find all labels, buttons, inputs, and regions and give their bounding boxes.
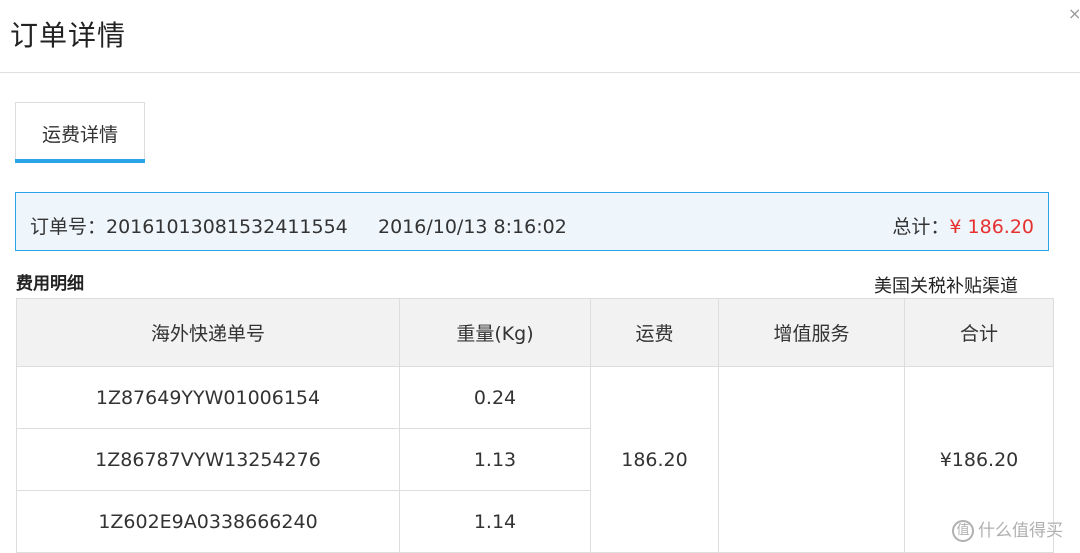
watermark-logo-icon: 值 xyxy=(952,520,974,542)
tracking-number-cell: 1Z602E9A0338666240 xyxy=(16,490,400,553)
order-number: 订单号：20161013081532411554 xyxy=(30,216,348,238)
order-total: 总计：¥ 186.20 xyxy=(892,212,1034,239)
tab-active-indicator xyxy=(15,159,145,163)
total-value: ¥ 186.20 xyxy=(949,216,1034,238)
tracking-number-cell: 1Z87649YYW01006154 xyxy=(16,366,400,429)
watermark-text: 什么值得买 xyxy=(978,521,1063,541)
order-summary-bar: 订单号：20161013081532411554 2016/10/13 8:16… xyxy=(15,192,1049,251)
column-header-subtotal: 合计 xyxy=(904,298,1054,367)
weight-cell: 1.14 xyxy=(399,490,591,553)
close-icon[interactable]: × xyxy=(1068,6,1080,22)
tab-label: 运费详情 xyxy=(41,124,118,146)
watermark: 值什么值得买 xyxy=(952,516,1063,542)
weight-cell: 0.24 xyxy=(399,366,591,429)
tab-freight-details[interactable]: 运费详情 xyxy=(15,102,145,162)
table-row: 1Z87649YYW01006154 0.24 186.20 ¥186.20 xyxy=(16,366,1054,553)
shipping-fee-cell: 186.20 xyxy=(590,366,719,553)
page-title: 订单详情 xyxy=(10,19,127,52)
weight-cell: 1.13 xyxy=(399,428,591,491)
total-label: 总计： xyxy=(892,216,950,238)
section-title: 费用明细 xyxy=(16,274,84,294)
column-header-tracking: 海外快递单号 xyxy=(16,298,400,367)
value-added-cell xyxy=(718,366,905,553)
column-header-weight: 重量(Kg) xyxy=(399,298,591,367)
tracking-number-cell: 1Z86787VYW13254276 xyxy=(16,428,400,491)
table-header-row: 海外快递单号 重量(Kg) 运费 增值服务 合计 xyxy=(16,298,1054,367)
page-header: 订单详情 × xyxy=(0,0,1080,73)
channel-label: 美国关税补贴渠道 xyxy=(874,276,1018,297)
order-info: 订单号：20161013081532411554 2016/10/13 8:16… xyxy=(30,212,567,239)
column-header-value-added: 增值服务 xyxy=(718,298,905,367)
fee-table: 海外快递单号 重量(Kg) 运费 增值服务 合计 1Z87649YYW01006… xyxy=(16,298,1054,553)
order-datetime: 2016/10/13 8:16:02 xyxy=(377,216,567,238)
column-header-shipping: 运费 xyxy=(590,298,719,367)
